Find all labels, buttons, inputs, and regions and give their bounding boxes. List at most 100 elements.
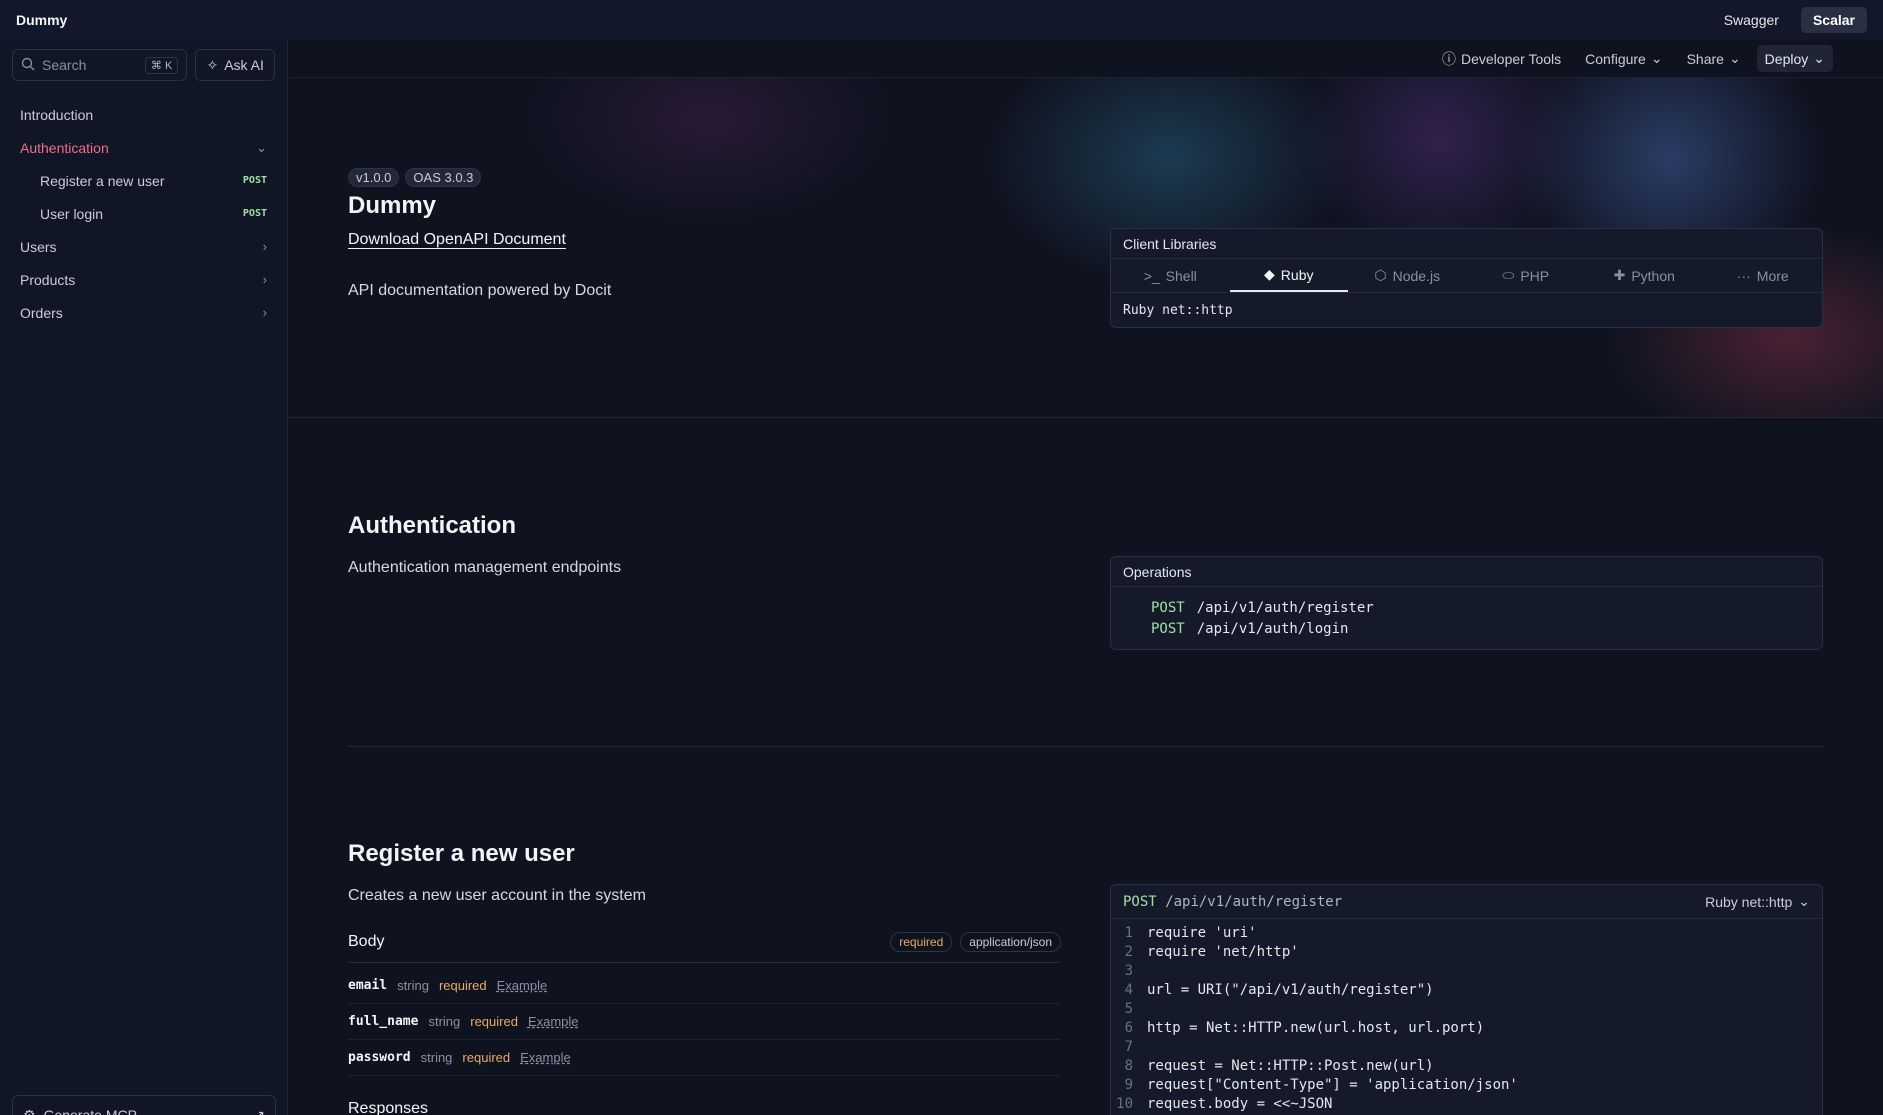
sidebar-item-users[interactable]: Users › (0, 230, 287, 263)
operation-method: POST (1151, 620, 1185, 637)
body-field-email: email string required Example (348, 968, 1061, 1004)
section-title-register: Register a new user (348, 840, 575, 867)
code-line: 2 require 'net/http' (1111, 944, 1822, 963)
operations-title: Operations (1111, 557, 1822, 587)
selected-client: Ruby net::http (1123, 302, 1233, 318)
responses-heading: Responses (348, 1100, 429, 1115)
ellipsis-icon: ··· (1736, 267, 1751, 284)
field-required: required (438, 978, 487, 993)
sidebar-item-label: Introduction (20, 106, 94, 123)
download-openapi-link[interactable]: Download OpenAPI Document (348, 231, 566, 249)
nodejs-icon: ⬡ (1374, 267, 1387, 283)
sidebar-item-authentication[interactable]: Authentication ⌄ (0, 131, 287, 164)
tab-php[interactable]: ⬭ PHP (1467, 259, 1586, 292)
field-example-link[interactable]: Example (528, 1014, 579, 1029)
field-type: string (420, 1050, 453, 1065)
generate-mcp-button[interactable]: ⚙ Generate MCP ↗ (12, 1095, 276, 1115)
code-line: 6 http = Net::HTTP.new(url.host, url.port… (1111, 1020, 1822, 1039)
tab-ruby[interactable]: ◆ Ruby (1229, 259, 1348, 292)
chevron-right-icon: › (262, 305, 267, 320)
client-select-label: Ruby net::http (1705, 893, 1793, 910)
operation-row[interactable]: POST /api/v1/auth/register (1151, 597, 1782, 618)
sidebar-item-label: Orders (20, 304, 63, 321)
sidebar-item-register[interactable]: Register a new user POST (0, 164, 287, 197)
client-libraries-title: Client Libraries (1111, 229, 1822, 259)
operation-path: /api/v1/auth/login (1196, 620, 1349, 637)
sidebar-item-login[interactable]: User login POST (0, 197, 287, 230)
version-badge: v1.0.0 (348, 168, 400, 187)
operations-card: Operations POST /api/v1/auth/register PO… (1110, 556, 1823, 650)
section-description-register: Creates a new user account in the system (348, 887, 646, 904)
php-icon: ⬭ (1502, 267, 1515, 283)
field-required: required (470, 1014, 518, 1029)
code-sample-card: POST /api/v1/auth/register Ruby net::htt… (1110, 884, 1823, 1115)
version-badges: v1.0.0 OAS 3.0.3 (348, 168, 482, 187)
code-block: 1 require 'uri' 2 require 'net/http' 3 4 ur… (1111, 919, 1822, 1115)
field-type: string (397, 978, 429, 993)
sidebar: Search ⌘ K ✧ Ask AI Introduction Authent… (0, 40, 288, 1115)
body-field-password: password string required Example (348, 1040, 1061, 1076)
method-badge: POST (242, 208, 267, 219)
body-field-full-name: full_name string required Example (348, 1004, 1061, 1040)
tab-label: Ruby (1280, 266, 1314, 283)
operations-list: POST /api/v1/auth/register POST /api/v1/… (1111, 587, 1822, 649)
python-icon: ✚ (1613, 267, 1626, 283)
tab-label: Node.js (1392, 267, 1441, 284)
page-title: Dummy (348, 192, 437, 219)
sidebar-item-products[interactable]: Products › (0, 263, 287, 296)
code-line: 1 require 'uri' (1111, 925, 1822, 944)
brand-title: Dummy (16, 12, 68, 28)
code-text: url = URI("/api/v1/auth/register") (1147, 982, 1434, 998)
sidebar-item-label: Register a new user (40, 172, 165, 189)
sidebar-search-row: Search ⌘ K ✧ Ask AI (0, 40, 287, 90)
chevron-right-icon: › (262, 272, 267, 287)
code-text: request.body = <<~JSON (1147, 1096, 1333, 1112)
section-description-authentication: Authentication management endpoints (348, 559, 622, 576)
tab-label: More (1756, 267, 1789, 284)
operation-path: /api/v1/auth/register (1196, 599, 1374, 616)
sidebar-item-label: Products (20, 271, 76, 288)
field-example-link[interactable]: Example (520, 1050, 571, 1065)
sidebar-item-label: Authentication (20, 139, 109, 156)
tab-label: Python (1631, 267, 1675, 284)
code-text: require 'net/http' (1147, 944, 1299, 960)
chevron-down-icon: ⌄ (1798, 893, 1810, 909)
client-tabs: >_ Shell ◆ Ruby ⬡ Node.js ⬭ PHP ✚ Python ··· M… (1111, 259, 1822, 293)
field-name: password (348, 1050, 411, 1065)
code-method: POST (1123, 893, 1157, 910)
body-label: Body (348, 933, 385, 950)
operation-row[interactable]: POST /api/v1/auth/login (1151, 618, 1782, 639)
search-input[interactable]: Search ⌘ K (12, 49, 188, 81)
client-libraries-card: Client Libraries >_ Shell ◆ Ruby ⬡ Node.js … (1110, 228, 1823, 328)
method-badge: POST (242, 175, 267, 186)
sidebar-nav: Introduction Authentication ⌄ Register a… (0, 98, 287, 329)
external-link-icon: ↗ (253, 1106, 265, 1115)
field-name: email (348, 978, 388, 993)
sidebar-item-label: Users (20, 238, 57, 255)
code-line: 9 request["Content-Type"] = 'application/… (1111, 1077, 1822, 1096)
chevron-down-icon: ⌄ (256, 139, 267, 155)
code-text: http = Net::HTTP.new(url.host, url.port) (1147, 1020, 1485, 1036)
tab-more[interactable]: ··· More (1704, 259, 1823, 292)
field-example-link[interactable]: Example (497, 978, 548, 993)
request-body-header: Body required application/json (348, 932, 1061, 963)
tab-nodejs[interactable]: ⬡ Node.js (1348, 259, 1467, 292)
client-select[interactable]: Ruby net::http ⌄ (1705, 893, 1810, 910)
ask-ai-label: Ask AI (224, 57, 264, 73)
main-content: v1.0.0 OAS 3.0.3 Dummy Download OpenAPI … (348, 0, 1823, 1115)
code-line: 10 request.body = <<~JSON (1111, 1096, 1822, 1115)
ask-ai-button[interactable]: ✧ Ask AI (195, 49, 275, 81)
sidebar-item-introduction[interactable]: Introduction (0, 98, 287, 131)
field-name: full_name (348, 1014, 419, 1029)
code-line: 4 url = URI("/api/v1/auth/register") (1111, 982, 1822, 1001)
page-description: API documentation powered by Docit (348, 282, 612, 299)
search-shortcut: ⌘ K (144, 56, 179, 74)
code-text: request["Content-Type"] = 'application/j… (1147, 1077, 1518, 1093)
code-line: 5 (1124, 1001, 1133, 1017)
tab-python[interactable]: ✚ Python (1585, 259, 1704, 292)
tab-shell[interactable]: >_ Shell (1111, 259, 1230, 292)
sidebar-item-orders[interactable]: Orders › (0, 296, 287, 329)
generate-mcp-label: Generate MCP (43, 1107, 137, 1115)
tab-label: PHP (1520, 267, 1550, 284)
section-title-authentication: Authentication (348, 512, 516, 539)
